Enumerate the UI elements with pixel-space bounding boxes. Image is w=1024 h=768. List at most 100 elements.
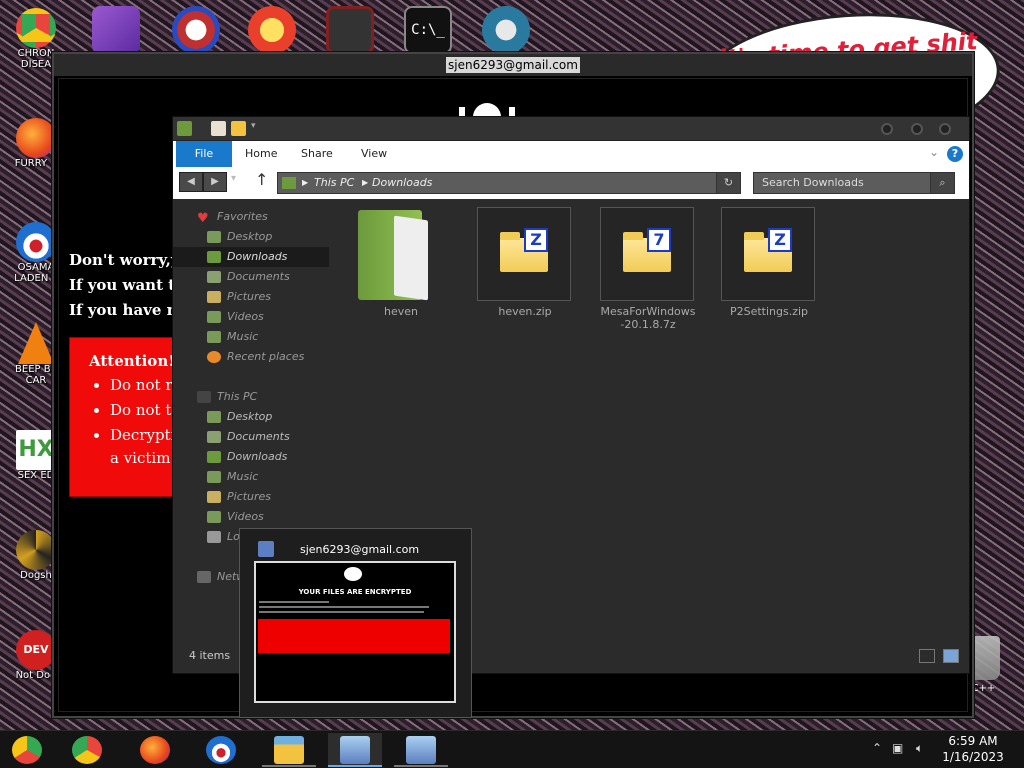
taskbar-file-explorer[interactable] bbox=[262, 733, 316, 767]
back-button[interactable]: ◀ bbox=[179, 172, 203, 192]
desktop-folder-icon bbox=[207, 411, 221, 423]
search-icon[interactable]: ⌕ bbox=[930, 173, 954, 193]
volume-icon[interactable]: 🔈︎ bbox=[916, 741, 923, 768]
tab-view[interactable]: View bbox=[361, 141, 387, 167]
taskbar-chrome-disease[interactable] bbox=[0, 733, 54, 767]
file-item[interactable]: heven bbox=[353, 207, 449, 318]
obama-logo-icon bbox=[206, 736, 236, 764]
nav-pc-videos[interactable]: Videos bbox=[173, 507, 329, 527]
nav-fav-videos[interactable]: Videos bbox=[173, 307, 329, 327]
ransomware-app-icon-2 bbox=[406, 736, 436, 764]
nav-this-pc[interactable]: This PC bbox=[173, 387, 329, 407]
zip-badge: Z bbox=[524, 228, 548, 252]
desktop-folder-icon bbox=[207, 231, 221, 243]
zip-badge: Z bbox=[768, 228, 792, 252]
maximize-button[interactable] bbox=[911, 123, 923, 135]
nav-label: Favorites bbox=[217, 210, 268, 223]
nav-pc-desktop[interactable]: Desktop bbox=[173, 407, 329, 427]
nav-fav-desktop[interactable]: Desktop bbox=[173, 227, 329, 247]
search-input[interactable]: Search Downloads ⌕ bbox=[753, 172, 955, 194]
system-clock[interactable]: 6:59 AM 1/16/2023 bbox=[938, 733, 1008, 765]
new-folder-icon[interactable] bbox=[231, 121, 246, 136]
nav-label: Music bbox=[227, 330, 259, 343]
thumbnail-title: sjen6293@gmail.com bbox=[300, 543, 420, 556]
large-icons-view-icon[interactable] bbox=[943, 649, 959, 663]
nav-label: Documents bbox=[227, 430, 290, 443]
help-button[interactable]: ? bbox=[947, 146, 963, 162]
file-item[interactable]: 7 MesaForWindows-20.1.8.7z bbox=[600, 207, 696, 331]
p-badge-icon[interactable] bbox=[248, 6, 296, 54]
file-name: MesaForWindows-20.1.8.7z bbox=[600, 305, 696, 331]
nav-label: Lo bbox=[227, 530, 240, 543]
nav-pc-music[interactable]: Music bbox=[173, 467, 329, 487]
network-icon bbox=[197, 571, 211, 583]
swirl-icon bbox=[16, 530, 56, 570]
taskbar-thumbnail[interactable]: sjen6293@gmail.com YOUR FILES ARE ENCRYP… bbox=[239, 528, 472, 718]
forward-button[interactable]: ▶ bbox=[203, 172, 227, 192]
preview-text-line bbox=[259, 601, 329, 603]
search-placeholder: Search Downloads bbox=[762, 176, 864, 189]
nav-fav-music[interactable]: Music bbox=[173, 327, 329, 347]
close-button[interactable] bbox=[939, 123, 951, 135]
properties-icon[interactable] bbox=[211, 121, 226, 136]
red-logo-icon[interactable] bbox=[326, 6, 374, 54]
chevron-down-icon[interactable]: ⌄ bbox=[929, 145, 939, 159]
tab-share[interactable]: Share bbox=[301, 141, 333, 167]
taskbar-firefox[interactable] bbox=[128, 733, 182, 767]
visual-studio-icon[interactable] bbox=[92, 6, 140, 54]
nav-pc-documents[interactable]: Documents bbox=[173, 427, 329, 447]
cmd-prompt-icon[interactable]: C:\_ bbox=[404, 6, 452, 54]
breadcrumb-downloads[interactable]: Downloads bbox=[372, 173, 432, 193]
nav-label: Videos bbox=[227, 310, 264, 323]
nav-fav-pictures[interactable]: Pictures bbox=[173, 287, 329, 307]
nav-favorites[interactable]: ♥ Favorites bbox=[173, 207, 329, 227]
network-tray-icon[interactable]: ▣ bbox=[892, 741, 903, 768]
nav-fav-documents[interactable]: Documents bbox=[173, 267, 329, 287]
santa-ball-icon[interactable] bbox=[482, 6, 530, 54]
recent-places-icon bbox=[207, 351, 221, 363]
show-hidden-icons-icon[interactable]: ⌃ bbox=[872, 741, 882, 768]
ransom-line-2: If you want to bbox=[69, 276, 186, 294]
up-arrow-icon[interactable]: ↑ bbox=[255, 170, 268, 189]
nav-label: Downloads bbox=[227, 450, 288, 463]
thumbnail-preview[interactable]: YOUR FILES ARE ENCRYPTED bbox=[254, 561, 456, 703]
ransomware-app-icon bbox=[258, 541, 274, 557]
computer-icon bbox=[197, 391, 211, 403]
minimize-button[interactable] bbox=[881, 123, 893, 135]
address-bar[interactable]: ▶ This PC ▶ Downloads ↻ bbox=[277, 172, 741, 194]
details-view-icon[interactable] bbox=[919, 649, 935, 663]
recent-locations-icon[interactable]: ▾ bbox=[231, 173, 236, 184]
number-2-icon[interactable] bbox=[172, 6, 220, 54]
pictures-folder-icon bbox=[207, 291, 221, 303]
taskbar-chrome[interactable] bbox=[60, 733, 114, 767]
tab-home[interactable]: Home bbox=[245, 141, 277, 167]
nav-label: Downloads bbox=[227, 250, 288, 263]
nav-pc-downloads[interactable]: Downloads bbox=[173, 447, 329, 467]
music-folder-icon bbox=[207, 471, 221, 483]
chevron-right-icon[interactable]: ▶ bbox=[302, 173, 308, 193]
nav-label: Pictures bbox=[227, 290, 272, 303]
nav-fav-recent[interactable]: Recent places bbox=[173, 347, 329, 367]
clock-time: 6:59 AM bbox=[948, 734, 998, 748]
downloads-folder-icon bbox=[207, 451, 221, 463]
ransom-titlebar[interactable]: sjen6293@gmail.com bbox=[54, 54, 972, 76]
music-folder-icon bbox=[207, 331, 221, 343]
file-item[interactable]: Z P2Settings.zip bbox=[721, 207, 817, 318]
vlc-cone-icon bbox=[18, 322, 54, 364]
breadcrumb-this-pc[interactable]: This PC bbox=[314, 173, 354, 193]
chevron-right-icon[interactable]: ▶ bbox=[362, 173, 368, 193]
taskbar-ransomware-2[interactable] bbox=[394, 733, 448, 767]
item-count: 4 items bbox=[189, 649, 231, 662]
refresh-icon[interactable]: ↻ bbox=[716, 173, 740, 193]
ribbon: File Home Share View ⌄ ? bbox=[173, 141, 969, 167]
taskbar-obama[interactable] bbox=[194, 733, 248, 767]
videos-folder-icon bbox=[207, 311, 221, 323]
preview-text-line bbox=[259, 611, 424, 613]
taskbar-ransomware[interactable] bbox=[328, 733, 382, 767]
nav-fav-downloads[interactable]: Downloads bbox=[173, 247, 329, 267]
explorer-titlebar[interactable]: ▾ bbox=[173, 117, 969, 141]
tab-file[interactable]: File bbox=[176, 141, 232, 167]
nav-pc-pictures[interactable]: Pictures bbox=[173, 487, 329, 507]
file-item[interactable]: Z heven.zip bbox=[477, 207, 573, 318]
quick-access-dropdown-icon[interactable]: ▾ bbox=[251, 121, 261, 136]
